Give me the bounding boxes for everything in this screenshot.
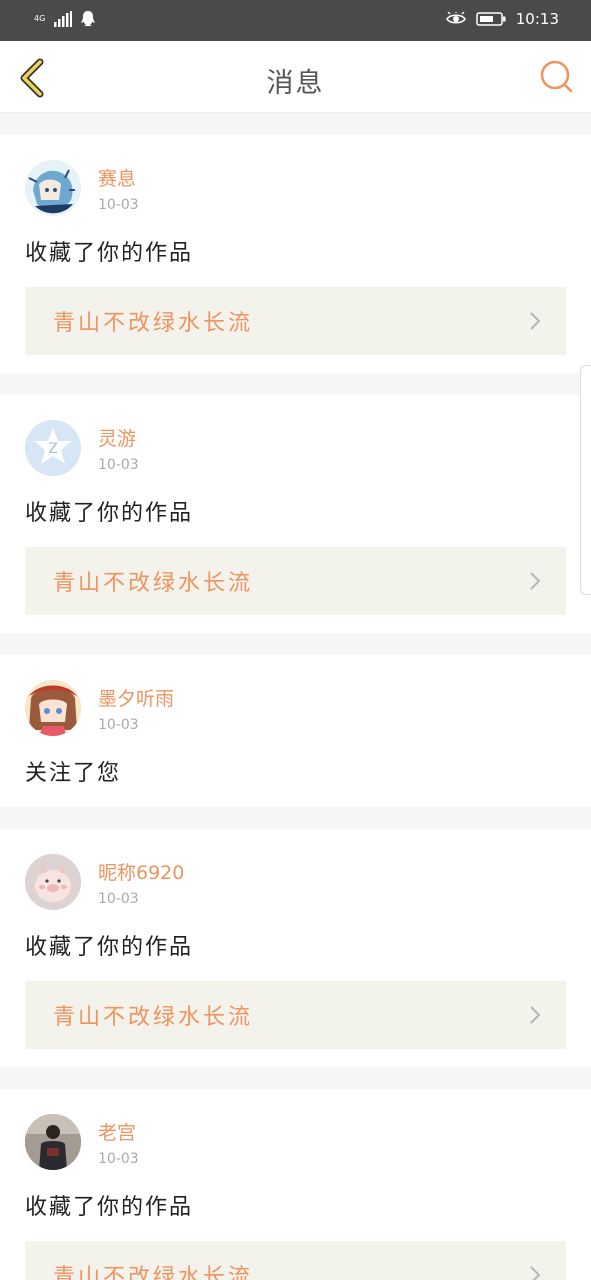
work-link[interactable]: 青山不改绿水长流 — [25, 981, 566, 1049]
message-date: 10-03 — [98, 717, 139, 733]
network-type: 4G — [34, 14, 46, 23]
person-photo-avatar-icon — [25, 1114, 81, 1170]
work-link[interactable]: 青山不改绿水长流 — [25, 547, 566, 615]
work-title: 青山不改绿水长流 — [53, 311, 254, 336]
work-title: 青山不改绿水长流 — [53, 571, 254, 596]
default-star-avatar-icon: Z — [25, 420, 81, 476]
action-text: 收藏了你的作品 — [25, 1195, 194, 1220]
search-button[interactable] — [539, 59, 575, 95]
message-card: 赛息 10-03 收藏了你的作品 青山不改绿水长流 — [0, 135, 591, 373]
work-title: 青山不改绿水长流 — [53, 1005, 254, 1030]
signal-icon — [54, 11, 72, 27]
qq-icon — [81, 11, 95, 26]
chevron-right-icon — [530, 572, 541, 590]
action-text: 收藏了你的作品 — [25, 935, 194, 960]
anime-character-avatar-icon — [25, 160, 81, 216]
username[interactable]: 灵游 — [98, 427, 139, 451]
action-text: 关注了您 — [25, 761, 122, 786]
avatar[interactable] — [25, 160, 81, 216]
chevron-right-icon — [530, 1266, 541, 1280]
work-link[interactable]: 青山不改绿水长流 — [25, 1241, 566, 1280]
avatar[interactable]: Z — [25, 420, 81, 476]
chevron-right-icon — [530, 312, 541, 330]
action-text: 收藏了你的作品 — [25, 241, 194, 266]
chevron-right-icon — [530, 1006, 541, 1024]
battery-icon — [476, 12, 506, 26]
message-card: 昵称6920 10-03 收藏了你的作品 青山不改绿水长流 — [0, 829, 591, 1067]
message-card: 老宫 10-03 收藏了你的作品 青山不改绿水长流 — [0, 1089, 591, 1280]
eye-icon — [445, 12, 466, 24]
pig-avatar-icon — [25, 854, 81, 910]
avatar[interactable] — [25, 680, 81, 736]
message-list: 赛息 10-03 收藏了你的作品 青山不改绿水长流 Z 灵游 10-03 收藏了… — [0, 113, 591, 1280]
message-date: 10-03 — [98, 891, 139, 907]
message-date: 10-03 — [98, 1151, 139, 1167]
avatar[interactable] — [25, 1114, 81, 1170]
clock-time: 10:13 — [515, 10, 559, 28]
action-text: 收藏了你的作品 — [25, 501, 194, 526]
message-card: 墨夕听雨 10-03 关注了您 — [0, 655, 591, 807]
status-bar: 4G 10:13 — [0, 0, 591, 41]
nav-bar: 消息 — [0, 41, 591, 113]
svg-text:Z: Z — [48, 441, 58, 457]
message-date: 10-03 — [98, 197, 139, 213]
search-icon — [540, 60, 573, 93]
avatar[interactable] — [25, 854, 81, 910]
work-title: 青山不改绿水长流 — [53, 1265, 254, 1280]
anime-girl-avatar-icon — [25, 680, 81, 736]
work-link[interactable]: 青山不改绿水长流 — [25, 287, 566, 355]
page-title: 消息 — [266, 68, 325, 99]
username[interactable]: 墨夕听雨 — [98, 687, 174, 711]
message-date: 10-03 — [98, 457, 139, 473]
scrollbar-handle[interactable] — [580, 365, 591, 595]
username[interactable]: 老宫 — [98, 1121, 139, 1145]
message-card: Z 灵游 10-03 收藏了你的作品 青山不改绿水长流 — [0, 395, 591, 633]
username[interactable]: 昵称6920 — [98, 861, 184, 885]
username[interactable]: 赛息 — [98, 167, 139, 191]
